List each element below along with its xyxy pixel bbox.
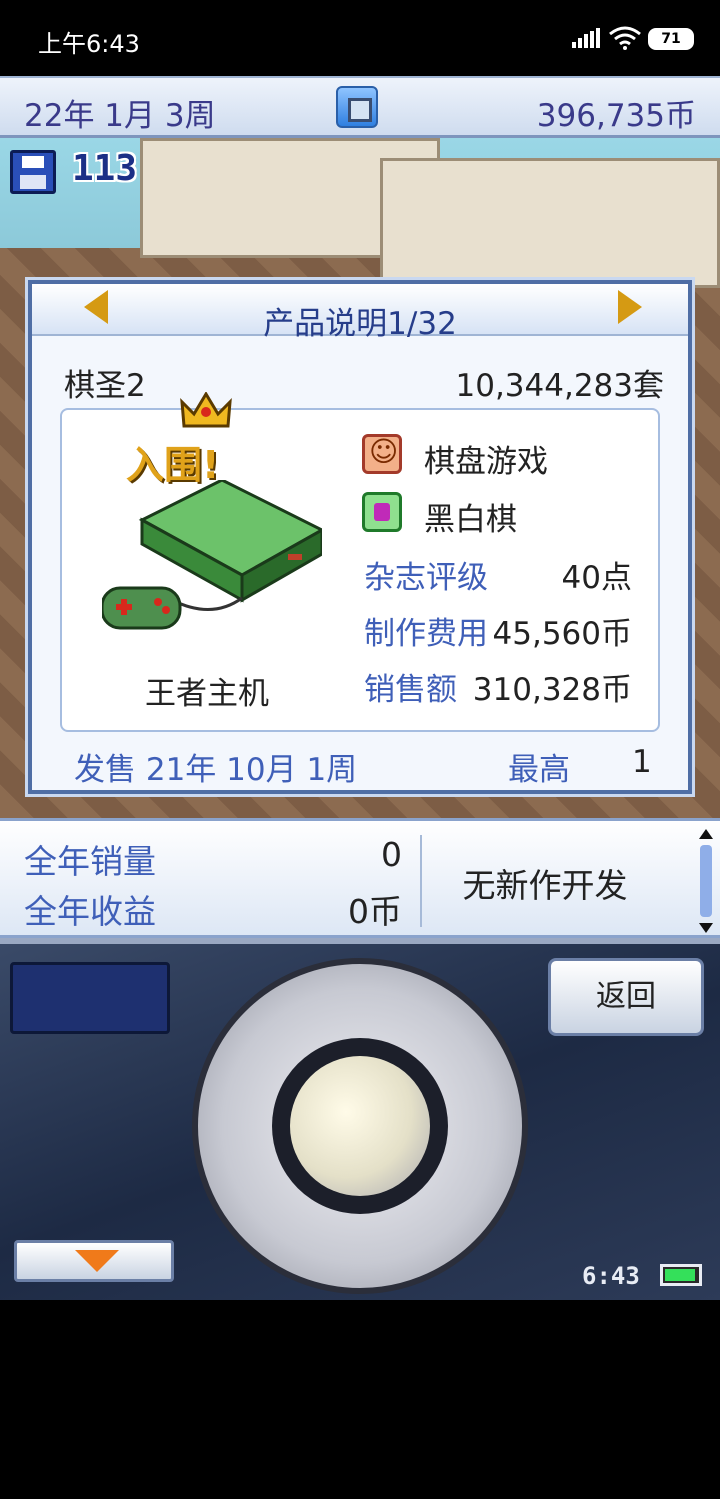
dpad-center-button[interactable] — [290, 1056, 430, 1196]
scroll-down-icon[interactable] — [699, 923, 713, 933]
game-date: 22年 1月 3周 — [24, 98, 216, 134]
dialog-title: 产品说明1/32 — [263, 306, 457, 342]
platform-name: 王者主机 — [145, 676, 269, 712]
units-sold: 10,344,283套 — [455, 368, 665, 404]
magazine-rating-value: 40点 — [561, 560, 632, 596]
bottom-blank-area — [0, 1300, 720, 1499]
signal-icon — [572, 28, 600, 48]
game-clock: 6:43 — [582, 1262, 640, 1290]
back-button[interactable]: 返回 — [548, 958, 704, 1036]
release-date: 发售 21年 10月 1周 — [74, 752, 358, 788]
scroll-down-button[interactable] — [14, 1240, 174, 1282]
sales-amount-label: 销售额 — [364, 672, 457, 708]
system-status-bar: 上午6:43 71 — [0, 0, 720, 76]
genre-name: 棋盘游戏 — [424, 444, 548, 480]
production-cost-value: 45,560币 — [492, 616, 632, 652]
crown-icon — [180, 392, 232, 428]
console-controller-icon — [102, 480, 322, 630]
battery-icon: 71 — [648, 28, 694, 50]
development-status: 无新作开发 — [462, 866, 628, 905]
money-display: 396,735币 — [536, 98, 696, 134]
menu-toggle-button[interactable] — [336, 86, 378, 128]
stats-divider — [420, 835, 422, 927]
sales-amount-value: 310,328币 — [472, 672, 632, 708]
save-icon[interactable] — [10, 150, 56, 194]
dpad[interactable] — [192, 958, 528, 1294]
magazine-rating-label: 杂志评级 — [364, 560, 488, 596]
system-clock: 上午6:43 — [38, 30, 140, 58]
theme-name: 黑白棋 — [424, 502, 517, 538]
product-name: 棋圣2 — [64, 368, 146, 404]
annual-revenue-value: 0币 — [348, 892, 402, 931]
annual-sales-value: 0 — [381, 835, 402, 874]
product-info-dialog: 产品说明1/32 棋圣2 10,344,283套 入围! 王者主机 棋盘游戏 黑… — [28, 280, 692, 794]
scroll-up-icon[interactable] — [699, 829, 713, 839]
game-top-bar: 22年 1月 3周 396,735币 — [0, 76, 720, 138]
save-count: 113 — [72, 148, 138, 189]
wifi-icon — [609, 26, 641, 50]
product-detail-card: 入围! 王者主机 棋盘游戏 黑白棋 杂志评级 40点 制作费用 45,560币 … — [60, 392, 660, 732]
best-rank-label: 最高 — [508, 752, 570, 788]
genre-icon — [362, 434, 402, 474]
stats-scrollbar[interactable] — [698, 829, 714, 933]
dialog-header: 产品说明1/32 — [32, 284, 688, 342]
controller-panel: 返回 6:43 — [0, 938, 720, 1300]
production-cost-label: 制作费用 — [364, 616, 488, 652]
annual-revenue-label: 全年收益 — [24, 892, 156, 931]
scroll-thumb[interactable] — [700, 845, 712, 917]
best-rank-value: 1 — [632, 744, 652, 780]
down-arrow-icon — [75, 1250, 119, 1272]
annual-stats-panel: 全年销量 0 全年收益 0币 无新作开发 — [0, 818, 720, 938]
mini-screen — [10, 962, 170, 1034]
theme-icon — [362, 492, 402, 532]
next-product-arrow-icon[interactable] — [618, 290, 642, 324]
office-wall — [380, 158, 720, 288]
annual-sales-label: 全年销量 — [24, 842, 156, 881]
dialog-footer: 发售 21年 10月 1周 最高 1 — [32, 740, 688, 794]
device-battery-icon — [660, 1264, 702, 1286]
